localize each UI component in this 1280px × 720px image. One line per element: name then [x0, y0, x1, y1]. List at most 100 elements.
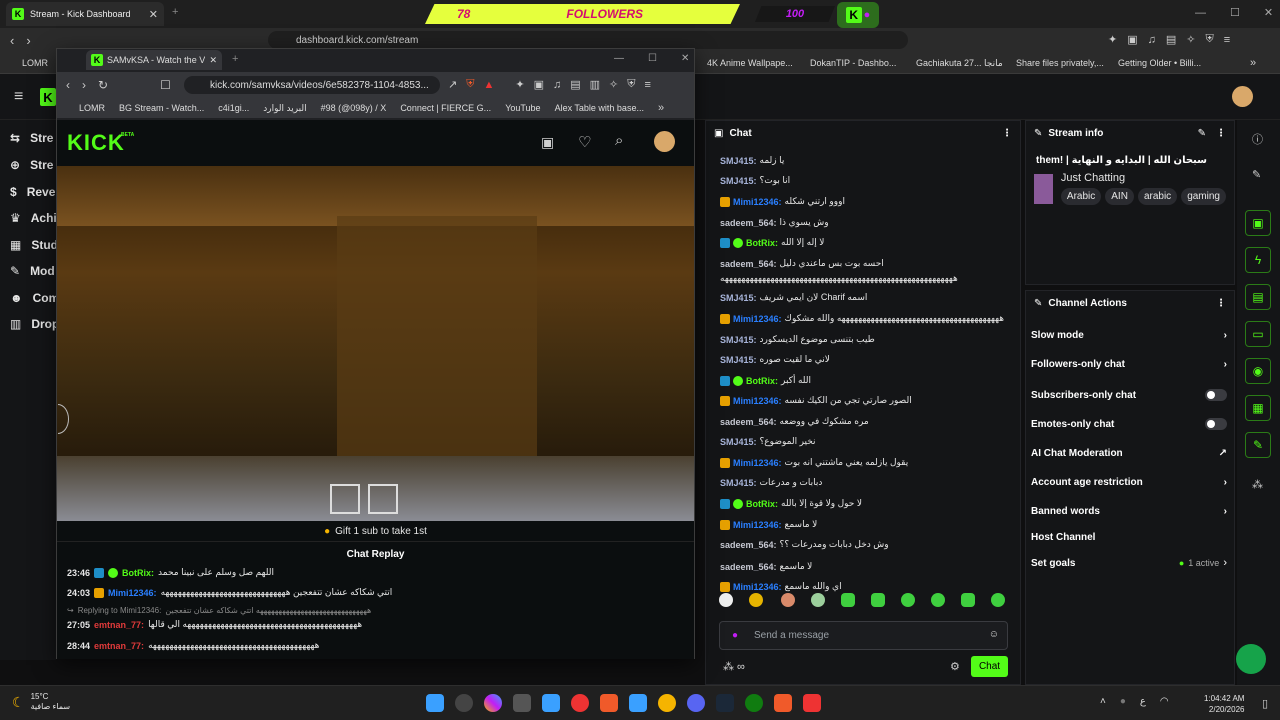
tag[interactable]: gaming [1181, 188, 1226, 205]
forward-icon[interactable]: › [26, 33, 30, 48]
bookmark-icon[interactable]: ☐ [160, 78, 171, 92]
tag[interactable]: arabic [1137, 188, 1178, 205]
minimize-icon[interactable]: — [614, 53, 624, 64]
alert-icon[interactable]: ▲ [483, 79, 494, 91]
edit-rail-icon[interactable]: ✎ [1252, 168, 1261, 181]
bookmark-getting-older[interactable]: Getting Older • Billi... [1118, 58, 1201, 68]
bookmark-item[interactable]: البريد الوارد [263, 103, 306, 114]
emote-icon[interactable] [841, 593, 855, 607]
kick-logo[interactable]: KICK [67, 130, 125, 156]
mic-icon[interactable]: ● [732, 630, 738, 641]
emote-icon[interactable] [901, 593, 915, 607]
nav-stream[interactable]: ⇆ Stre [10, 131, 53, 145]
bookmark-lomr[interactable]: LOMR [22, 58, 48, 68]
bookmark-anime[interactable]: 4K Anime Wallpape... [707, 58, 793, 68]
nav-community[interactable]: ☻ Com [10, 291, 59, 305]
chat-username[interactable]: Mimi12346: [733, 582, 782, 592]
channel-actions-options-icon[interactable]: ⋮ [1216, 298, 1226, 309]
chat-users-icon[interactable]: ⁂ ∞ [723, 660, 745, 673]
rail-button-layout[interactable]: ▦ [1245, 395, 1271, 421]
bookmark-item[interactable]: YouTube [505, 103, 540, 113]
user-avatar[interactable] [654, 131, 675, 152]
slow-mode-row[interactable]: Slow mode › [1031, 330, 1227, 341]
app-icon[interactable] [803, 694, 821, 712]
nav-achievements[interactable]: ♛ Achi [10, 211, 57, 225]
bookmarks-more-icon[interactable]: » [1250, 57, 1256, 69]
music-icon[interactable]: ♫ [1148, 34, 1156, 46]
wallet-icon[interactable]: ▥ [590, 78, 600, 91]
emote-icon[interactable] [871, 593, 885, 607]
following-icon[interactable]: ▣ [541, 134, 554, 151]
chat-username[interactable]: SMJ415: [720, 293, 757, 303]
subscribers-only-toggle[interactable] [1205, 389, 1227, 401]
chat-username[interactable]: SMJ415: [720, 156, 757, 166]
chat-username[interactable]: sadeem_564: [720, 562, 777, 572]
chat-username[interactable]: BotRix: [746, 376, 778, 386]
popup-tab[interactable]: K SAMvKSA - Watch the VOD o ✕ [86, 50, 222, 70]
minimize-icon[interactable]: — [1195, 7, 1206, 19]
app-icon[interactable] [513, 694, 531, 712]
profile-avatar[interactable] [1232, 86, 1253, 107]
discord-icon[interactable] [687, 694, 705, 712]
banned-words-row[interactable]: Banned words › [1031, 506, 1227, 517]
chat-username[interactable]: BotRix: [746, 238, 778, 248]
weather-widget[interactable]: ☾ 15°C سماء صافية [12, 692, 70, 712]
forward-icon[interactable]: › [82, 78, 86, 92]
nav-studio[interactable]: ▦ Stud [10, 238, 58, 252]
back-address-bar[interactable]: dashboard.kick.com/stream [268, 31, 908, 49]
tag[interactable]: AIN [1105, 188, 1134, 205]
bookmark-share-files[interactable]: Share files privately,... [1016, 58, 1104, 68]
chat-username[interactable]: Mimi12346: [733, 458, 782, 468]
sidebar-icon[interactable]: ▤ [570, 78, 580, 91]
extension-icon[interactable]: ✦ [1108, 33, 1117, 46]
chat-username[interactable]: SMJ415: [720, 176, 757, 186]
chat-username[interactable]: Mimi12346: [733, 197, 782, 207]
tag[interactable]: Arabic [1060, 188, 1102, 205]
chat-username[interactable]: SMJ415: [720, 355, 757, 365]
emote-icon[interactable] [931, 593, 945, 607]
clock[interactable]: 1:04:42 AM 2/20/2026 [1204, 693, 1244, 715]
store-icon[interactable] [629, 694, 647, 712]
screenshot-icon[interactable]: ▣ [1127, 33, 1137, 46]
brave-icon[interactable]: ⛨ [466, 78, 474, 91]
nav-streams[interactable]: ⊕ Stre [10, 158, 53, 172]
language-indicator[interactable]: ع [1140, 696, 1146, 707]
app-icon[interactable] [484, 694, 502, 712]
chat-username[interactable]: SMJ415: [720, 478, 757, 488]
apps-icon[interactable]: ⁂ [1252, 478, 1263, 491]
chat-username[interactable]: SMJ415: [720, 335, 757, 345]
chat-send-button[interactable]: Chat [971, 656, 1008, 677]
chat-username[interactable]: sadeem_564: [720, 259, 777, 269]
rail-button-camera[interactable]: ▣ [1245, 210, 1271, 236]
sparkle-icon[interactable]: ✧ [609, 78, 618, 91]
rail-button-chat[interactable]: ▭ [1245, 321, 1271, 347]
bookmark-item[interactable]: Connect | FIERCE G... [400, 103, 491, 113]
chevron-up-icon[interactable]: ˄ [1100, 696, 1106, 707]
app-icon[interactable] [774, 694, 792, 712]
reload-icon[interactable]: ↻ [98, 78, 108, 92]
shield-icon[interactable]: ⛨ [627, 78, 635, 91]
chat-username[interactable]: Mimi12346: [733, 314, 782, 324]
xbox-icon[interactable] [745, 694, 763, 712]
heart-outline-icon[interactable]: ♡ [578, 133, 591, 151]
emote-icon[interactable] [811, 593, 825, 607]
start-icon[interactable] [426, 694, 444, 712]
emote-icon[interactable] [719, 593, 733, 607]
share-icon[interactable]: ↗ [448, 78, 457, 91]
back-browser-tab[interactable]: K Stream - Kick Dashboard ✕ [6, 2, 164, 26]
back-icon[interactable]: ‹ [10, 33, 14, 48]
chat-username[interactable]: sadeem_564: [720, 540, 777, 550]
host-channel-row[interactable]: Host Channel [1031, 532, 1227, 543]
rail-button-doc[interactable]: ▤ [1245, 284, 1271, 310]
maximize-icon[interactable]: ☐ [1230, 6, 1240, 19]
sidebar-icon[interactable]: ▤ [1166, 33, 1176, 46]
support-button[interactable] [1236, 644, 1266, 674]
chat-username[interactable]: sadeem_564: [720, 417, 777, 427]
close-window-icon[interactable]: ✕ [1264, 6, 1273, 19]
steam-icon[interactable] [716, 694, 734, 712]
bookmark-item[interactable]: Alex Table with base... [555, 103, 644, 113]
emotes-only-toggle[interactable] [1205, 418, 1227, 430]
bookmark-item[interactable]: BG Stream - Watch... [119, 103, 204, 113]
emote-icon[interactable] [961, 593, 975, 607]
chat-username[interactable]: sadeem_564: [720, 218, 777, 228]
